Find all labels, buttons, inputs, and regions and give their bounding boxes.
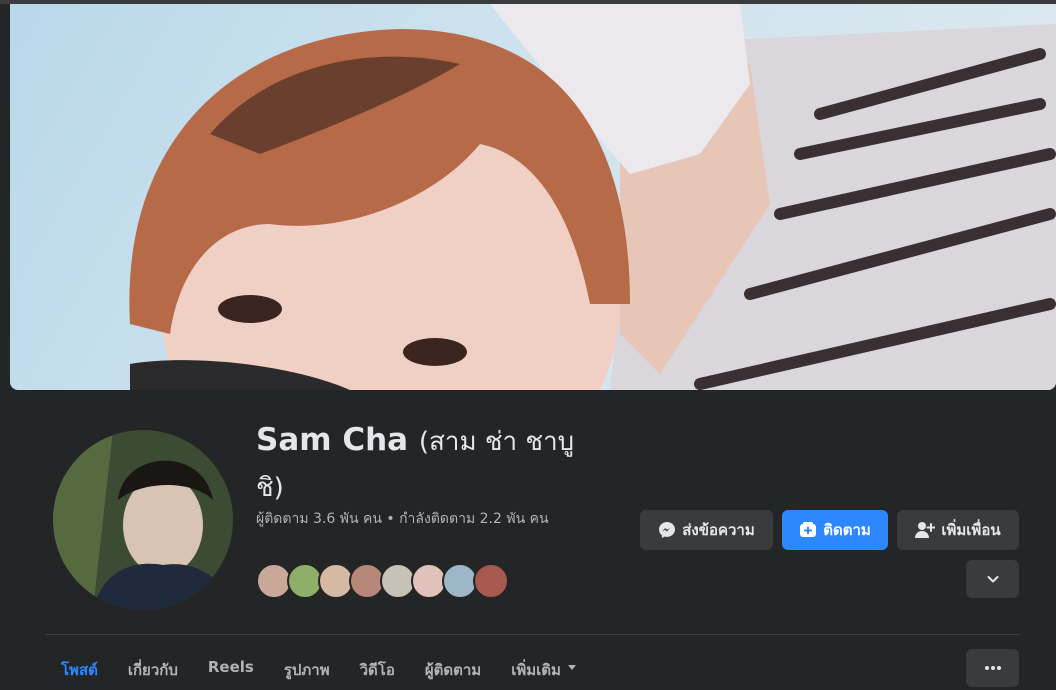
follower-stats[interactable]: ผู้ติดตาม 3.6 พัน คน • กำลังติดตาม 2.2 พ…: [256, 508, 586, 530]
tab-followers[interactable]: ผู้ติดตาม: [410, 648, 496, 690]
avatar-image: [53, 430, 233, 610]
tab-more[interactable]: เพิ่มเติม: [496, 648, 592, 690]
tab-posts[interactable]: โพสต์: [46, 648, 113, 690]
tab-label: ผู้ติดตาม: [424, 661, 482, 679]
mutual-friends-row[interactable]: [256, 563, 509, 599]
friend-avatar[interactable]: [473, 563, 509, 599]
messenger-icon: [659, 522, 676, 538]
cover-photo-image: [129, 4, 1056, 390]
tab-reels[interactable]: Reels: [193, 648, 269, 690]
profile-name-latin: Sam Cha: [256, 422, 409, 458]
tab-label: เพิ่มเติม: [511, 661, 561, 679]
chevron-down-icon: [987, 576, 998, 583]
tab-label: Reels: [207, 658, 254, 676]
follow-button-label: ติดตาม: [823, 521, 871, 539]
add-friend-button-label: เพิ่มเพื่อน: [941, 521, 1001, 539]
profile-avatar[interactable]: [53, 430, 233, 610]
tab-label: โพสต์: [61, 661, 98, 679]
profile-avatar-frame[interactable]: [49, 426, 237, 614]
add-friend-icon: [915, 522, 936, 538]
section-divider: [45, 634, 1020, 635]
add-friend-button[interactable]: เพิ่มเพื่อน: [897, 510, 1019, 550]
caret-down-icon: [567, 665, 576, 670]
tab-label: รูปภาพ: [283, 661, 330, 679]
follow-button[interactable]: ติดตาม: [782, 510, 888, 550]
tab-about[interactable]: เกี่ยวกับ: [113, 648, 193, 690]
tab-label: เกี่ยวกับ: [127, 661, 178, 679]
follow-icon: [800, 522, 817, 537]
message-button-label: ส่งข้อความ: [682, 521, 755, 539]
ellipsis-icon: [984, 666, 1001, 670]
cover-photo[interactable]: [10, 4, 1056, 390]
more-options-button[interactable]: [966, 649, 1019, 687]
message-button[interactable]: ส่งข้อความ: [640, 510, 773, 550]
tab-videos[interactable]: วิดีโอ: [345, 648, 410, 690]
profile-tabs: โพสต์ เกี่ยวกับ Reels รูปภาพ วิดีโอ ผู้ต…: [46, 648, 592, 690]
tab-photos[interactable]: รูปภาพ: [269, 648, 345, 690]
expand-button[interactable]: [966, 560, 1019, 598]
profile-name: Sam Cha (สาม ช่า ชาบูชิ): [256, 418, 596, 510]
tab-label: วิดีโอ: [359, 661, 395, 679]
